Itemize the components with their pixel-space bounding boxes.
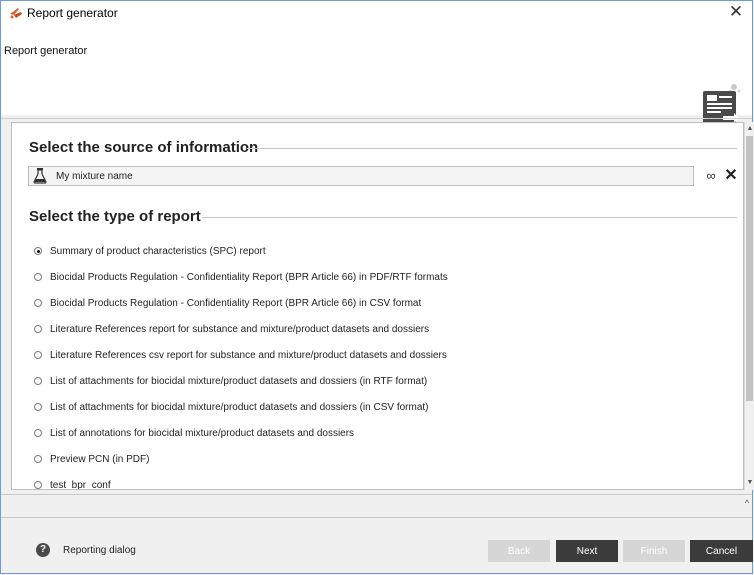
report-option-label: Literature References report for substan… <box>50 323 430 335</box>
close-icon[interactable]: ✕ <box>726 2 746 22</box>
radio-button[interactable] <box>34 403 42 411</box>
report-option-label: List of attachments for biocidal mixture… <box>50 375 428 387</box>
report-section-title: Select the type of report <box>29 208 201 225</box>
divider <box>1 494 752 495</box>
chevron-up-icon[interactable]: ^ <box>742 497 752 509</box>
divider <box>1 118 752 119</box>
radio-button[interactable] <box>34 351 42 359</box>
radio-button[interactable] <box>34 429 42 437</box>
source-section-title: Select the source of information <box>29 139 259 156</box>
report-option[interactable]: Literature References csv report for sub… <box>34 347 447 363</box>
back-button[interactable]: Back <box>488 540 550 562</box>
content-panel: Select the source of information My mixt… <box>11 122 744 490</box>
title-bar: Report generator ✕ <box>1 1 752 25</box>
report-option-label: List of attachments for biocidal mixture… <box>50 401 429 413</box>
remove-icon[interactable]: ✕ <box>722 167 740 185</box>
report-option-label: Biocidal Products Regulation - Confident… <box>50 271 448 283</box>
radio-button[interactable] <box>34 455 42 463</box>
next-button[interactable]: Next <box>556 540 618 562</box>
report-option-label: List of annotations for biocidal mixture… <box>50 427 355 439</box>
report-option-label: Summary of product characteristics (SPC)… <box>50 245 266 257</box>
report-option[interactable]: Biocidal Products Regulation - Confident… <box>34 295 421 311</box>
radio-button[interactable] <box>34 247 42 255</box>
radio-button[interactable] <box>34 325 42 333</box>
report-option-label: test_bpr_conf <box>50 479 111 490</box>
scroll-thumb[interactable] <box>746 136 753 401</box>
report-option[interactable]: Preview PCN (in PDF) <box>34 451 149 467</box>
header-area: Report generator <box>1 25 752 124</box>
finish-button[interactable]: Finish <box>623 540 685 562</box>
scroll-down-icon[interactable]: ▼ <box>745 478 754 488</box>
header-label: Report generator <box>4 45 88 57</box>
report-option[interactable]: Biocidal Products Regulation - Confident… <box>34 269 448 285</box>
report-option[interactable]: Literature References report for substan… <box>34 321 429 337</box>
report-option-label: Biocidal Products Regulation - Confident… <box>50 297 422 309</box>
radio-button[interactable] <box>34 481 42 489</box>
radio-button[interactable] <box>34 273 42 281</box>
report-option[interactable]: test_bpr_conf <box>34 477 111 490</box>
report-option[interactable]: Summary of product characteristics (SPC)… <box>34 243 266 259</box>
help-text: Reporting dialog <box>63 545 136 556</box>
report-option-label: Literature References csv report for sub… <box>50 349 447 361</box>
window-title: Report generator <box>27 6 118 20</box>
source-value: My mixture name <box>56 171 133 182</box>
vertical-scrollbar[interactable]: ▲ ▼ <box>744 122 754 490</box>
help-icon[interactable]: ? <box>36 543 50 557</box>
cancel-button[interactable]: Cancel <box>690 540 753 562</box>
section-divider <box>247 148 737 149</box>
section-divider <box>202 217 737 218</box>
scroll-up-icon[interactable]: ▲ <box>745 124 754 134</box>
report-generator-window: Report generator ✕ Report generator Sele… <box>0 0 754 575</box>
footer-bar: ? Reporting dialog Back Next Finish Canc… <box>1 518 753 575</box>
flask-icon <box>33 168 47 184</box>
report-option[interactable]: List of annotations for biocidal mixture… <box>34 425 354 441</box>
link-icon[interactable]: ∞ <box>702 167 720 185</box>
source-field[interactable]: My mixture name <box>28 166 694 186</box>
radio-button[interactable] <box>34 299 42 307</box>
app-icon <box>10 8 22 19</box>
radio-button[interactable] <box>34 377 42 385</box>
report-option[interactable]: List of attachments for biocidal mixture… <box>34 373 427 389</box>
report-option-label: Preview PCN (in PDF) <box>50 453 150 465</box>
report-option[interactable]: List of attachments for biocidal mixture… <box>34 399 429 415</box>
